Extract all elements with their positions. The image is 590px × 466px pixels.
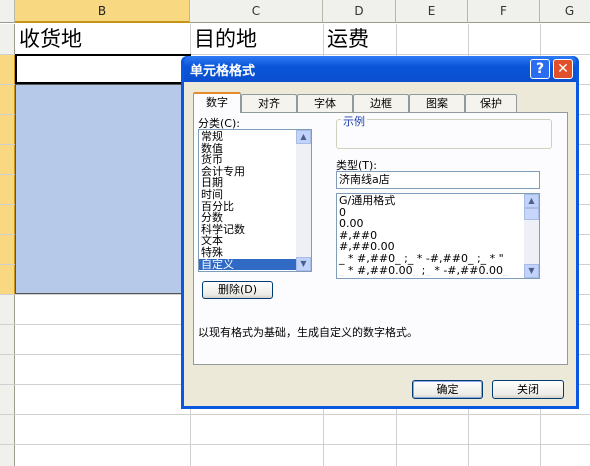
category-item[interactable]: 分数 — [199, 212, 311, 224]
type-input[interactable]: 济南线a店 — [336, 171, 540, 189]
column-header-row: B C D E F G — [0, 0, 590, 24]
scroll-up-icon[interactable]: ▲ — [296, 130, 311, 144]
gridline — [0, 444, 590, 445]
close-icon[interactable]: ✕ — [553, 59, 573, 79]
format-description: 以现有格式为基础，生成自定义的数字格式。 — [198, 326, 418, 339]
format-item[interactable]: 0 — [337, 207, 524, 219]
tab-protection[interactable]: 保护 — [465, 94, 517, 112]
format-item[interactable]: _ * #,##0_ ;_ * -#,##0_ ;_ * " — [337, 253, 524, 265]
format-item[interactable]: G/通用格式 — [337, 195, 524, 207]
column-header-c[interactable]: C — [190, 0, 323, 23]
help-button[interactable]: ? — [530, 59, 550, 79]
selected-range[interactable] — [15, 84, 191, 294]
column-header-d[interactable]: D — [323, 0, 396, 23]
category-item[interactable]: 特殊 — [199, 247, 311, 259]
dialog-client: 数字 对齐 字体 边框 图案 保护 分类(C): 常规 数值 货币 会计专用 日… — [184, 82, 576, 406]
tab-patterns[interactable]: 图案 — [409, 94, 465, 112]
active-cell[interactable] — [15, 54, 191, 84]
ok-button[interactable]: 确定 — [412, 380, 483, 399]
cell-c1-header[interactable]: 目的地 — [190, 24, 323, 54]
format-type-list[interactable]: G/通用格式 0 0.00 #,##0 #,##0.00 _ * #,##0_ … — [336, 193, 540, 279]
category-item-selected[interactable]: 自定义 — [199, 258, 296, 271]
column-header-f[interactable]: F — [468, 0, 540, 23]
category-list[interactable]: 常规 数值 货币 会计专用 日期 时间 百分比 分数 科学记数 文本 特殊 自定… — [198, 129, 312, 272]
cell-d1-header[interactable]: 运费 — [323, 24, 396, 54]
close-button[interactable]: 关闭 — [492, 380, 564, 399]
sample-label: 示例 — [341, 113, 367, 129]
delete-button[interactable]: 删除(D) — [202, 281, 273, 299]
tab-font[interactable]: 字体 — [297, 94, 353, 112]
dialog-titlebar[interactable]: 单元格格式 ? ✕ — [184, 56, 576, 82]
scroll-up-icon[interactable]: ▲ — [524, 194, 539, 208]
format-cells-dialog: 单元格格式 ? ✕ 数字 对齐 字体 边框 图案 保护 分类(C): 常规 数值… — [181, 56, 579, 409]
column-header-b[interactable]: B — [15, 0, 190, 23]
cell-b1-header[interactable]: 收货地 — [15, 24, 190, 54]
scroll-down-icon[interactable]: ▼ — [524, 264, 539, 278]
tab-number[interactable]: 数字 — [193, 92, 241, 113]
gridline — [0, 414, 590, 415]
category-item[interactable]: 常规 — [199, 131, 311, 143]
scroll-thumb[interactable] — [524, 208, 539, 220]
corner-select-all[interactable] — [0, 0, 15, 23]
tab-panel-number: 分类(C): 常规 数值 货币 会计专用 日期 时间 百分比 分数 科学记数 文… — [193, 112, 568, 365]
scroll-down-icon[interactable]: ▼ — [296, 257, 311, 271]
column-header-g[interactable]: G — [540, 0, 590, 23]
category-scrollbar[interactable]: ▲ ▼ — [296, 130, 311, 271]
sample-groupbox — [336, 119, 552, 149]
tab-border[interactable]: 边框 — [353, 94, 409, 112]
format-item[interactable]: _ * #,##0.00_ ;_ * -#,##0.00_ — [337, 265, 524, 277]
format-list-scrollbar[interactable]: ▲ ▼ — [524, 194, 539, 278]
dialog-title: 单元格格式 — [190, 64, 256, 79]
tab-alignment[interactable]: 对齐 — [241, 94, 297, 112]
category-item[interactable]: 时间 — [199, 189, 311, 201]
column-header-e[interactable]: E — [396, 0, 468, 23]
format-item[interactable]: #,##0.00 — [337, 241, 524, 253]
